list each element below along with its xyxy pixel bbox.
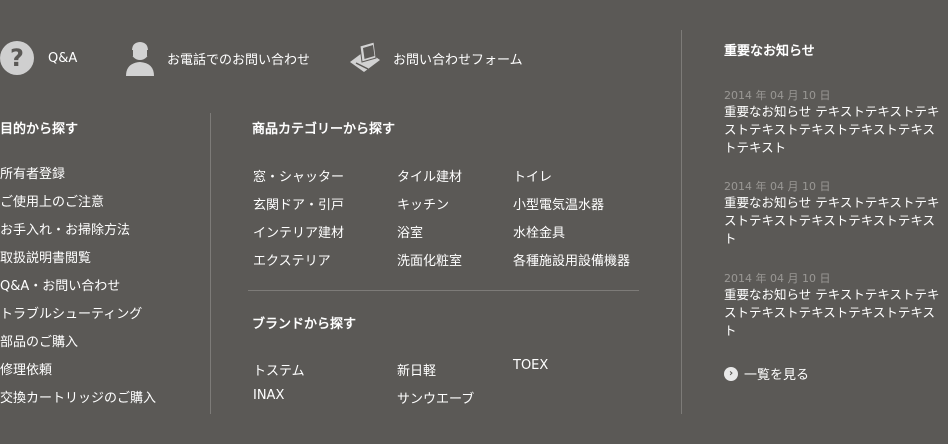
purpose-item-parts[interactable]: 部品のご購入: [0, 329, 156, 357]
purpose-item-manuals[interactable]: 取扱説明書閲覧: [0, 245, 156, 273]
news-item[interactable]: 2014 年 04 月 10 日 重要なお知らせ テキストテキストテキストテキス…: [724, 178, 946, 248]
news-text: 重要なお知らせ テキストテキストテキストテキストテキストテキストテキスト: [724, 287, 940, 338]
purpose-heading: 目的から探す: [0, 122, 79, 137]
purpose-item-registration[interactable]: 所有者登録: [0, 161, 156, 189]
section-divider: [248, 290, 639, 291]
brand-item[interactable]: INAX: [253, 388, 284, 403]
operator-icon: [126, 39, 154, 76]
purpose-list: 所有者登録 ご使用上のご注意 お手入れ・お掃除方法 取扱説明書閲覧 Q&A・お問…: [0, 161, 156, 413]
column-divider-left: [210, 113, 211, 414]
category-item[interactable]: 洗面化粧室: [397, 250, 462, 269]
purpose-item-repair[interactable]: 修理依頼: [0, 357, 156, 385]
brand-item[interactable]: サンウエーブ: [397, 388, 474, 407]
purpose-item-qa[interactable]: Q&A・お問い合わせ: [0, 273, 156, 301]
qa-label: Q&A: [48, 50, 78, 66]
category-item[interactable]: キッチン: [397, 194, 449, 213]
phone-contact-link[interactable]: お電話でのお問い合わせ: [123, 38, 310, 78]
news-heading: 重要なお知らせ: [724, 44, 815, 59]
news-text: 重要なお知らせ テキストテキストテキストテキストテキストテキストテキスト: [724, 195, 940, 246]
purpose-item-troubleshooting[interactable]: トラブルシューティング: [0, 301, 156, 329]
news-item[interactable]: 2014 年 04 月 10 日 重要なお知らせ テキストテキストテキストテキス…: [724, 87, 946, 157]
phone-label: お電話でのお問い合わせ: [167, 52, 311, 68]
purpose-item-cleaning[interactable]: お手入れ・お掃除方法: [0, 217, 156, 245]
brand-item[interactable]: TOEX: [513, 358, 548, 373]
laptop-icon: [350, 41, 380, 72]
category-item[interactable]: 窓・シャッター: [253, 166, 344, 185]
form-contact-link[interactable]: お問い合わせフォーム: [346, 38, 523, 78]
purpose-item-usage-notes[interactable]: ご使用上のご注意: [0, 189, 156, 217]
question-icon: ?: [0, 41, 34, 75]
brand-item[interactable]: 新日軽: [397, 360, 436, 379]
category-item[interactable]: 浴室: [397, 222, 423, 241]
category-heading: 商品カテゴリーから探す: [252, 122, 396, 137]
category-item[interactable]: 玄関ドア・引戸: [253, 194, 344, 213]
news-more-link[interactable]: › 一覧を見る: [724, 364, 809, 383]
news-date: 2014 年 04 月 10 日: [724, 272, 831, 285]
news-date: 2014 年 04 月 10 日: [724, 180, 831, 193]
news-more-label: 一覧を見る: [744, 368, 810, 383]
form-label: お問い合わせフォーム: [393, 52, 523, 68]
category-item[interactable]: インテリア建材: [253, 222, 344, 241]
category-item[interactable]: 水栓金具: [513, 222, 565, 241]
news-date: 2014 年 04 月 10 日: [724, 89, 831, 102]
brand-heading: ブランドから探す: [252, 317, 357, 332]
category-item[interactable]: トイレ: [513, 166, 552, 185]
qa-link[interactable]: ? Q&A: [0, 38, 77, 78]
category-item[interactable]: エクステリア: [253, 250, 331, 269]
category-item[interactable]: タイル建材: [397, 166, 462, 185]
category-item[interactable]: 小型電気温水器: [513, 194, 604, 213]
news-text: 重要なお知らせ テキストテキストテキストテキストテキストテキストテキストテキスト: [724, 104, 940, 155]
chevron-right-icon: ›: [724, 366, 738, 381]
news-item[interactable]: 2014 年 04 月 10 日 重要なお知らせ テキストテキストテキストテキス…: [724, 270, 946, 340]
column-divider-right: [681, 30, 682, 414]
brand-item[interactable]: トステム: [253, 360, 305, 379]
purpose-item-cartridge[interactable]: 交換カートリッジのご購入: [0, 385, 156, 413]
category-item[interactable]: 各種施設用設備機器: [513, 250, 630, 269]
